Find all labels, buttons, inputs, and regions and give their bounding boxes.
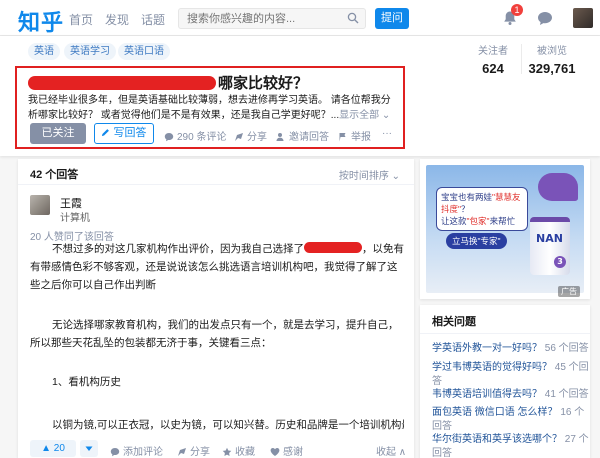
ad-label: 广告 (558, 286, 580, 297)
share-answer-button[interactable]: 分享 (177, 443, 210, 458)
zhihu-logo[interactable]: 知乎 (18, 5, 64, 37)
notification-badge: 1 (511, 4, 523, 16)
answer-paragraph: 无论选择哪家教育机构，我们的出发点只有一个，就是去学习，提升自己，所以那些天花乱… (30, 319, 399, 349)
comment-icon (110, 448, 120, 457)
ad-card[interactable]: 宝宝也有两娃"慧慧友抖度"？ 让这款"包家"来帮忙 立马换"专家" NAN 3 … (420, 159, 590, 299)
related-question-item[interactable]: 学英语外教一对一好吗？ 56 个回答 (432, 342, 590, 356)
search-box (178, 8, 366, 29)
search-icon[interactable] (347, 12, 359, 24)
invite-answer-button[interactable]: 邀请回答 (276, 128, 329, 143)
related-question-item[interactable]: 面包英语 微信口语 怎么样？ 16 个回答 (432, 406, 590, 434)
cape-illustration (538, 173, 578, 201)
sort-dropdown[interactable]: 按时间排序 ⌄ (339, 167, 400, 182)
comments-button[interactable]: 290 条评论 (164, 128, 226, 143)
related-question-item[interactable]: 华尔街英语和英孚该选哪个？ 27 个回答 (432, 433, 590, 458)
divider (420, 333, 590, 334)
nav-discover[interactable]: 发现 (105, 11, 129, 28)
product-name: NAN (536, 232, 563, 245)
star-icon (222, 447, 232, 456)
author-title: 计算机 (60, 213, 90, 224)
followers-stat[interactable]: 关注者 624 (470, 42, 516, 76)
user-plus-icon (276, 133, 284, 141)
pencil-icon (102, 129, 110, 137)
thanks-button[interactable]: 感谢 (270, 443, 303, 458)
collect-button[interactable]: 收藏 (222, 443, 255, 458)
ad-cta-button[interactable]: 立马换"专家" (446, 233, 507, 249)
related-title: 相关问题 (432, 316, 476, 328)
related-question-item[interactable]: 韦博英语培训值得去吗？ 41 个回答 (432, 388, 590, 402)
more-options-button[interactable]: ··· (382, 128, 392, 139)
answer-actions: ▲ 20 添加评论 分享 收藏 感谢 收起 ∧ (18, 440, 414, 458)
question-detail: 我已经毕业很多年，但是英语基础比较薄弱，想去进修再学习英语。 请各位帮我分析哪家… (28, 93, 400, 123)
question-title-text: 哪家比较好？ (218, 75, 309, 92)
share-icon (235, 133, 243, 141)
followers-label: 关注者 (478, 46, 508, 57)
search-input[interactable] (179, 9, 339, 28)
share-icon (178, 448, 186, 456)
nav-home[interactable]: 首页 (69, 11, 93, 28)
product-stage: 3 (554, 256, 566, 268)
ask-question-button[interactable]: 提问 (375, 8, 409, 29)
redaction-mark (28, 76, 216, 90)
ad-banner[interactable]: 宝宝也有两娃"慧慧友抖度"？ 让这款"包家"来帮忙 立马换"专家" NAN 3 (426, 165, 584, 293)
upvote-button[interactable]: ▲ 20 (30, 440, 76, 457)
show-all-link[interactable]: 显示全部 ⌄ (339, 110, 390, 121)
top-navbar: 知乎 首页 发现 话题 提问 1 (0, 0, 600, 36)
downvote-button[interactable] (80, 440, 98, 457)
answer-paragraph: 1、看机构历史 (52, 376, 121, 388)
related-questions: 相关问题 学英语外教一对一好吗？ 56 个回答 学过韦博英语的觉得好吗？ 45 … (420, 305, 590, 458)
redaction-mark (304, 242, 362, 253)
answer-list-header: 42 个回答 按时间排序 ⌄ (18, 159, 414, 185)
heart-icon (270, 448, 280, 456)
topic-tag[interactable]: 英语 (28, 43, 60, 60)
nav-topics[interactable]: 话题 (141, 11, 165, 28)
views-count: 329,761 (528, 61, 576, 76)
related-question-item[interactable]: 学过韦博英语的觉得好吗？ 45 个回答 (432, 361, 590, 389)
arrow-down-icon (85, 446, 93, 451)
flag-icon (339, 133, 346, 142)
write-answer-button[interactable]: 写回答 (94, 123, 154, 144)
report-button[interactable]: 举报 (338, 128, 371, 143)
add-comment-button[interactable]: 添加评论 (110, 443, 163, 458)
views-stat: 被浏览 329,761 (526, 42, 578, 76)
collapse-answer-button[interactable]: 收起 ∧ (376, 443, 406, 458)
answer-list: 42 个回答 按时间排序 ⌄ 王霞 计算机 20 人赞同了该回答 不想过多的对这… (18, 159, 414, 458)
answer-paragraph: 不想过多的对这几家机构作出评价，因为我自己选择了 ，以免有有带感情色彩不够客观，还… (30, 242, 404, 291)
share-button[interactable]: 分享 (234, 128, 267, 143)
ad-speech-bubble: 宝宝也有两娃"慧慧友抖度"？ 让这款"包家"来帮忙 (436, 187, 528, 231)
follow-question-button[interactable]: 已关注 (30, 123, 86, 144)
views-label: 被浏览 (537, 46, 567, 57)
question-detail-text: 我已经毕业很多年，但是英语基础比较薄弱，想去进修再学习英语。 请各位帮我分析哪家… (28, 95, 391, 121)
question-header: 英语 英语学习 英语口语 关注者 624 被浏览 329,761 哪家比较好？ … (0, 36, 600, 156)
topic-tag[interactable]: 英语口语 (118, 43, 170, 60)
topic-tag[interactable]: 英语学习 (64, 43, 116, 60)
comment-icon (164, 133, 174, 142)
followers-count: 624 (482, 61, 504, 76)
answer-count: 42 个回答 (30, 169, 79, 181)
answer-paragraph: 以铜为镜,可以正衣冠，以史为镜，可以知兴替。历史和品牌是一个培训机构最好的背书 (52, 419, 404, 431)
product-can-image: NAN 3 (530, 217, 570, 275)
messages-icon[interactable] (537, 11, 553, 26)
question-title: 哪家比较好？ (28, 72, 308, 93)
author-avatar[interactable] (30, 195, 50, 215)
user-avatar[interactable] (573, 8, 593, 28)
stat-divider (521, 44, 522, 74)
